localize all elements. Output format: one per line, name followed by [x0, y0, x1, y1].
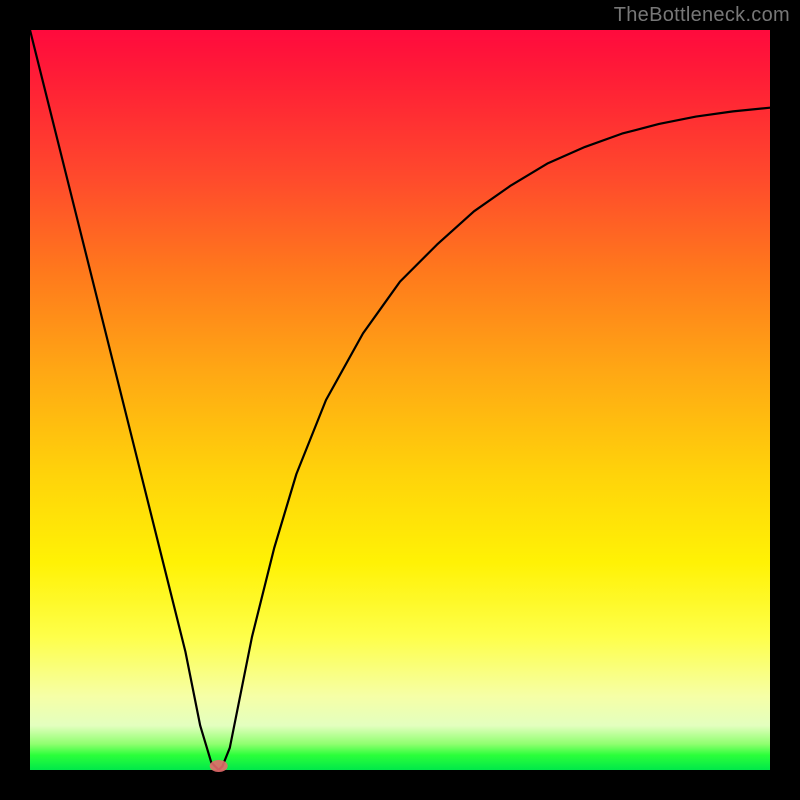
bottleneck-curve — [30, 30, 770, 770]
chart-container: TheBottleneck.com — [0, 0, 800, 800]
minimum-marker — [210, 760, 228, 772]
curve-svg — [30, 30, 770, 770]
plot-area — [30, 30, 770, 770]
watermark-text: TheBottleneck.com — [614, 4, 790, 27]
